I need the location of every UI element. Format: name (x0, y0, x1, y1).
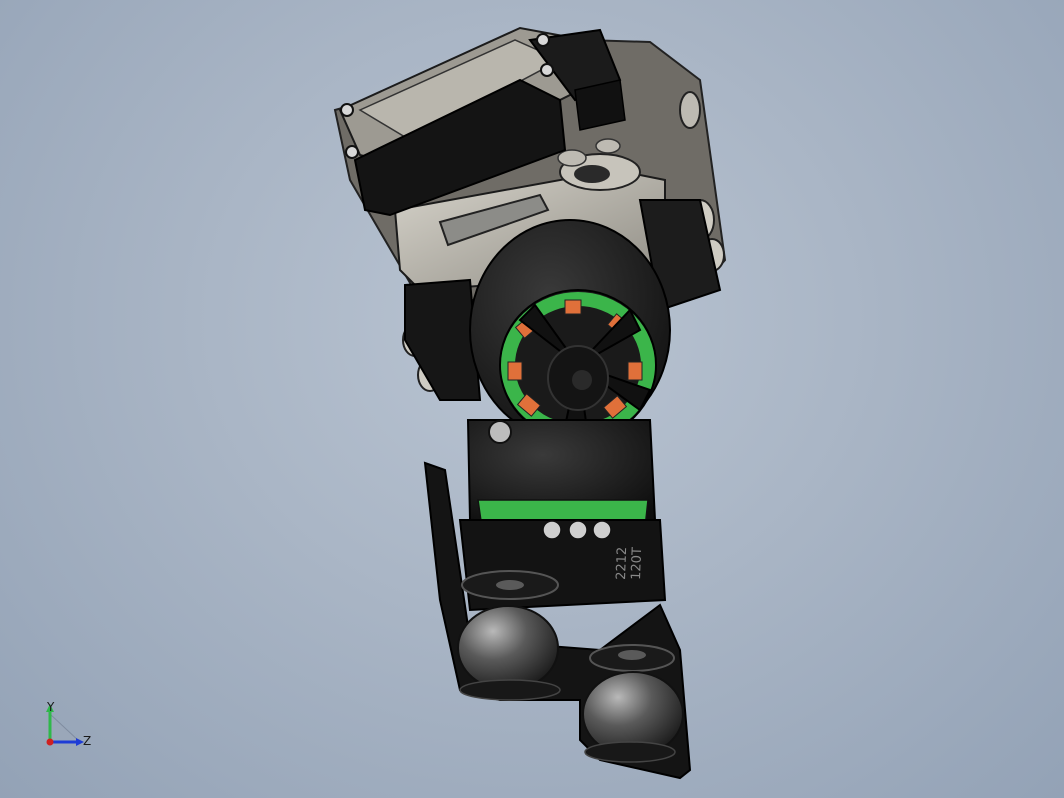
cad-viewport[interactable]: 2212 120T Y Z (0, 0, 1064, 798)
axis-z-label: Z (83, 734, 92, 748)
roll-motor[interactable] (469, 219, 671, 451)
gimbal-model[interactable]: 2212 120T (0, 0, 1064, 798)
damper-ball-left (457, 605, 559, 691)
motor-label-line1: 2212 (614, 547, 630, 581)
axis-y-label: Y (47, 700, 55, 714)
motor-label-line2: 120T (629, 547, 645, 580)
